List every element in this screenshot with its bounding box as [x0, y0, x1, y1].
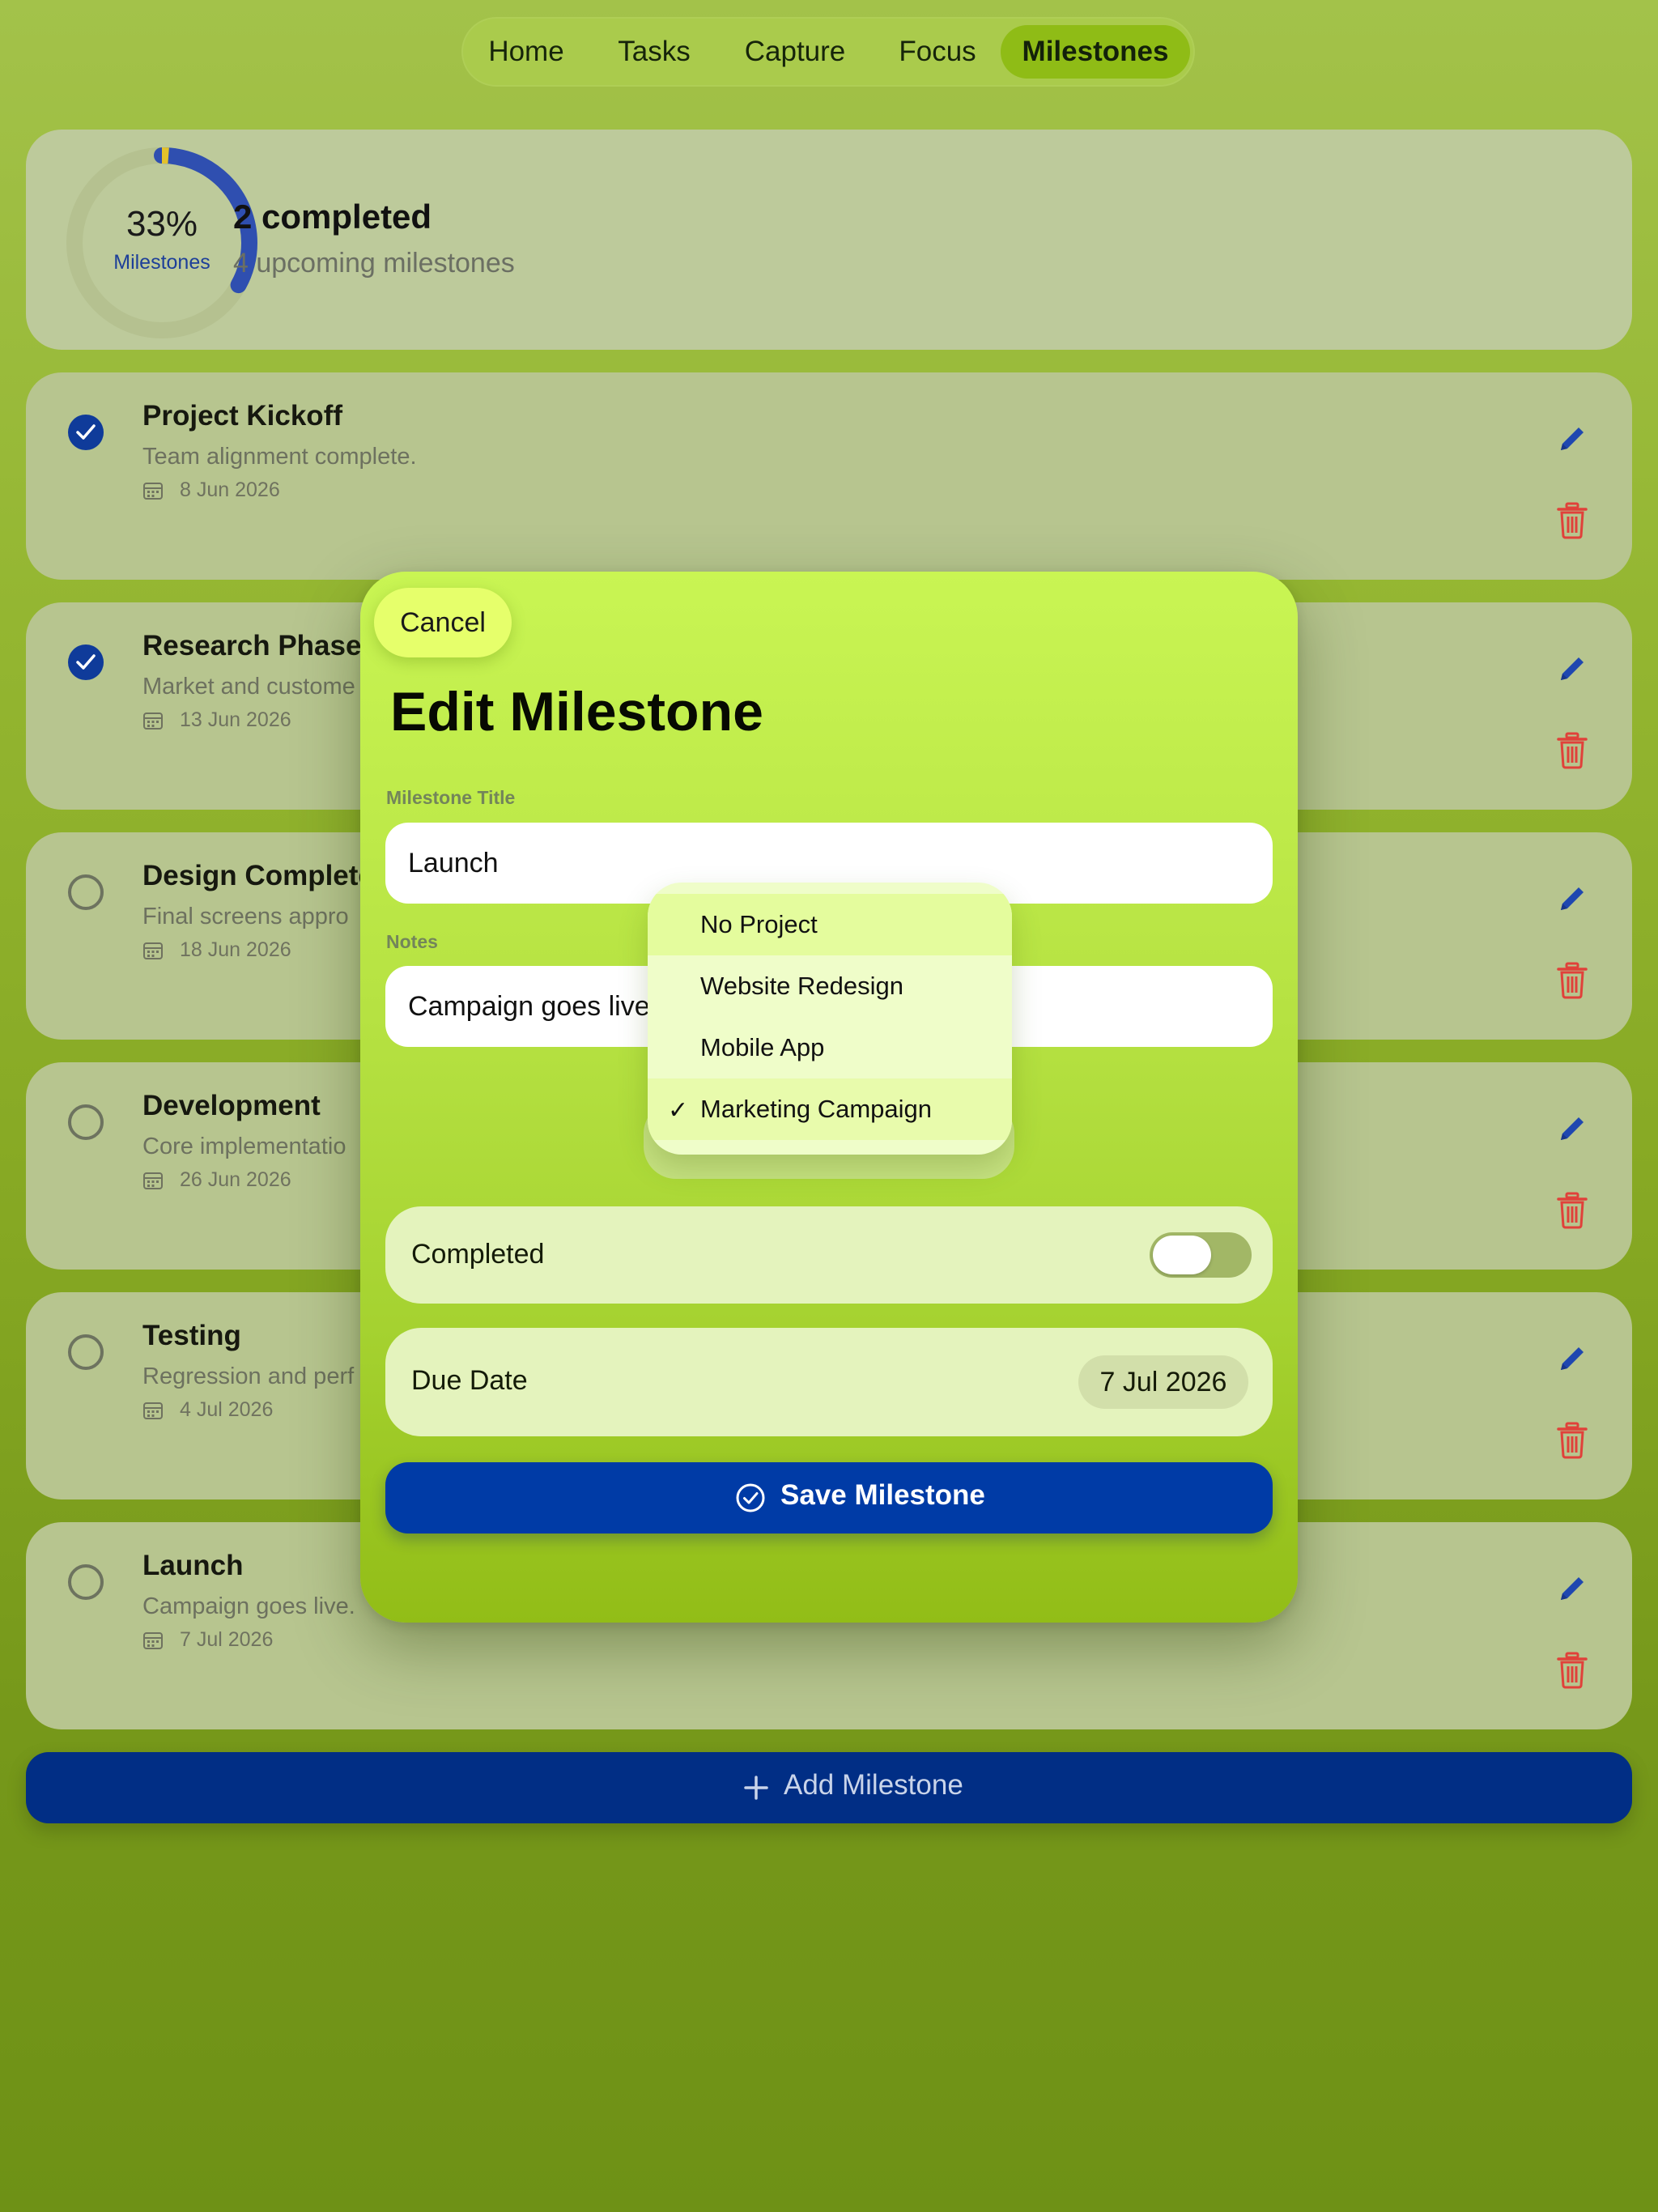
upcoming-count: 4 upcoming milestones — [233, 248, 515, 279]
checkmark-icon — [76, 654, 96, 670]
trash-icon[interactable] — [1556, 732, 1588, 769]
check-circle-icon — [736, 1483, 765, 1512]
milestone-card: Project Kickoff Team alignment complete.… — [26, 372, 1632, 580]
milestone-due-date: 13 Jun 2026 — [180, 708, 291, 731]
menu-item-no-project[interactable]: No Project — [648, 894, 1012, 955]
trash-icon[interactable] — [1556, 502, 1588, 539]
progress-percent: 33% — [125, 204, 198, 244]
milestone-title: Testing — [142, 1320, 241, 1351]
nav-item-milestones[interactable]: Milestones — [1001, 25, 1190, 79]
menu-item-mobile-app[interactable]: Mobile App — [648, 1017, 1012, 1078]
save-milestone-button[interactable]: Save Milestone — [385, 1462, 1273, 1534]
toggle-knob — [1153, 1236, 1211, 1274]
empty-circle-icon[interactable] — [68, 1564, 104, 1600]
add-milestone-label: Add Milestone — [784, 1769, 963, 1801]
milestone-title: Project Kickoff — [142, 400, 342, 432]
due-date-picker[interactable]: 7 Jul 2026 — [1078, 1355, 1248, 1409]
milestone-notes: Team alignment complete. — [142, 444, 417, 470]
milestone-title: Research Phase — [142, 630, 362, 661]
notes-label: Notes — [386, 931, 438, 952]
menu-item-website-redesign[interactable]: Website Redesign — [648, 955, 1012, 1017]
check-circle-icon[interactable] — [68, 644, 104, 680]
milestone-due-date: 18 Jun 2026 — [180, 938, 291, 961]
milestone-notes: Final screens appro — [142, 904, 349, 929]
plus-icon — [744, 1776, 768, 1800]
milestone-notes: Core implementatio — [142, 1134, 346, 1159]
menu-item-label: Website Redesign — [700, 972, 904, 1000]
pencil-icon[interactable] — [1554, 1571, 1590, 1606]
milestone-notes: Campaign goes live. — [142, 1593, 355, 1619]
completed-label: Completed — [411, 1239, 545, 1270]
trash-icon[interactable] — [1556, 1652, 1588, 1689]
nav-item-tasks[interactable]: Tasks — [606, 25, 702, 79]
top-navigation: Home Tasks Capture Focus Milestones — [461, 17, 1195, 87]
milestone-summary-card: 33% Milestones 2 completed 4 upcoming mi… — [26, 130, 1632, 350]
trash-icon[interactable] — [1556, 1422, 1588, 1459]
milestone-due-date: 8 Jun 2026 — [180, 479, 280, 501]
pencil-icon[interactable] — [1554, 651, 1590, 687]
calendar-icon — [143, 1172, 163, 1189]
trash-icon[interactable] — [1556, 1192, 1588, 1229]
nav-item-focus[interactable]: Focus — [891, 25, 984, 79]
calendar-icon — [143, 483, 163, 500]
milestone-notes: Market and custome — [142, 674, 355, 700]
modal-title: Edit Milestone — [390, 681, 763, 742]
pencil-icon[interactable] — [1554, 1111, 1590, 1146]
check-circle-icon[interactable] — [68, 415, 104, 450]
pencil-icon[interactable] — [1554, 421, 1590, 457]
due-date-label: Due Date — [411, 1365, 528, 1396]
menu-item-label: Marketing Campaign — [700, 1095, 933, 1123]
pencil-icon[interactable] — [1554, 881, 1590, 917]
calendar-icon — [143, 1632, 163, 1649]
nav-item-home[interactable]: Home — [478, 25, 575, 79]
milestone-due-date: 4 Jul 2026 — [180, 1398, 274, 1421]
milestone-title: Design Complete — [142, 860, 374, 891]
progress-ring-label: Milestones — [113, 251, 210, 274]
menu-item-marketing-campaign[interactable]: ✓ Marketing Campaign — [648, 1078, 1012, 1140]
completed-toggle[interactable] — [1150, 1232, 1252, 1278]
empty-circle-icon[interactable] — [68, 1104, 104, 1140]
milestone-due-date: 7 Jul 2026 — [180, 1628, 274, 1651]
save-milestone-label: Save Milestone — [780, 1479, 985, 1511]
menu-item-label: No Project — [700, 910, 818, 938]
calendar-icon — [143, 1402, 163, 1419]
completed-row: Completed — [385, 1206, 1273, 1304]
milestone-title-label: Milestone Title — [386, 787, 516, 808]
milestone-title: Launch — [142, 1550, 244, 1581]
calendar-icon — [143, 942, 163, 959]
milestone-due-date: 26 Jun 2026 — [180, 1168, 291, 1191]
empty-circle-icon[interactable] — [68, 874, 104, 910]
nav-item-capture[interactable]: Capture — [735, 25, 855, 79]
menu-item-label: Mobile App — [700, 1033, 825, 1061]
empty-circle-icon[interactable] — [68, 1334, 104, 1370]
trash-icon[interactable] — [1556, 962, 1588, 999]
calendar-icon — [143, 713, 163, 730]
add-milestone-button[interactable]: Add Milestone — [26, 1752, 1632, 1823]
milestone-notes: Regression and perf — [142, 1363, 355, 1389]
checkmark-icon: ✓ — [668, 1097, 689, 1124]
checkmark-icon — [76, 424, 96, 440]
project-dropdown-menu: No Project Website Redesign Mobile App ✓… — [648, 883, 1012, 1155]
due-date-row: Due Date 7 Jul 2026 — [385, 1328, 1273, 1436]
completed-count: 2 completed — [233, 198, 432, 236]
milestone-title: Development — [142, 1090, 321, 1121]
pencil-icon[interactable] — [1554, 1341, 1590, 1376]
cancel-button[interactable]: Cancel — [374, 588, 512, 657]
